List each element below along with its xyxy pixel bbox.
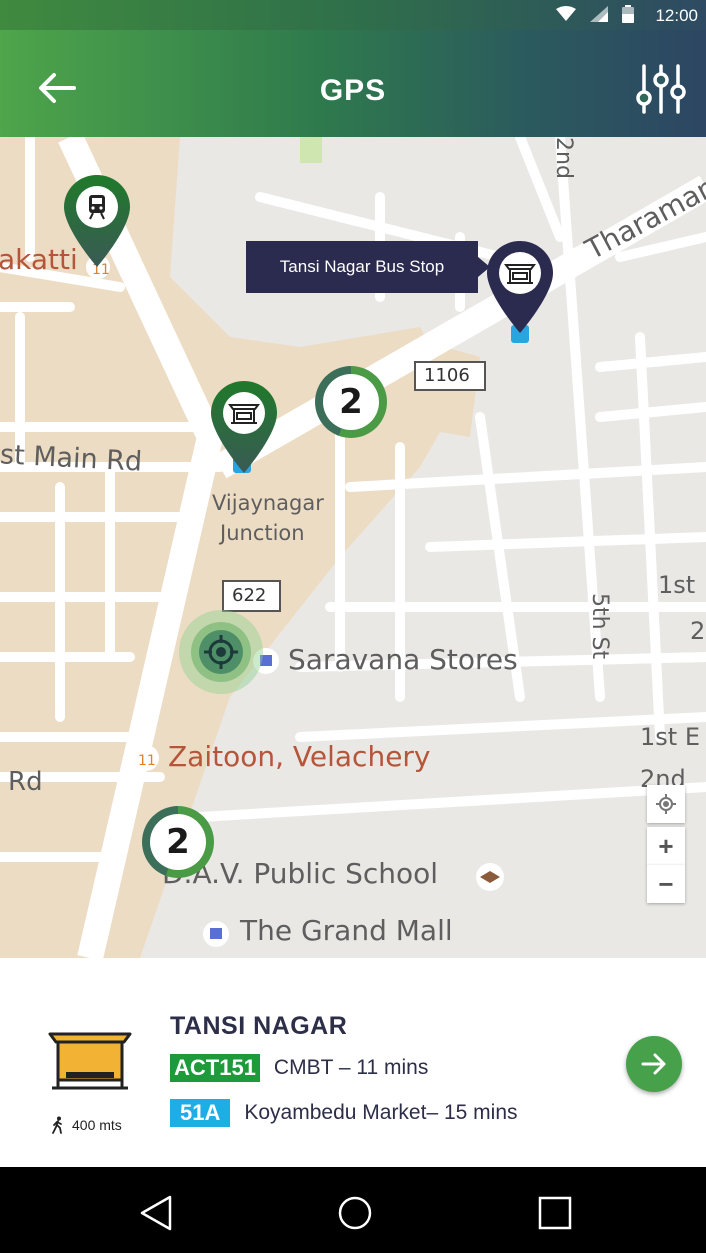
route-destination: CMBT – 11 mins (273, 1056, 429, 1079)
bus-stop-pin[interactable] (211, 381, 277, 473)
map-view[interactable]: 11 11 akatti st Main Rd Vijaynagar Junct… (0, 137, 706, 958)
target-icon (656, 794, 676, 814)
cluster-count: 2 (323, 374, 379, 430)
home-nav-icon[interactable] (337, 1195, 373, 1231)
bus-shelter-icon (48, 1032, 132, 1090)
current-location-marker (179, 610, 263, 694)
map-label-vijaynagar: Vijaynagar (212, 491, 324, 515)
stop-info-card[interactable]: 400 mts TANSI NAGAR ACT151 CMBT – 11 min… (0, 958, 706, 1167)
app-bar: GPS (0, 30, 706, 137)
road-shield-1106: 1106 (424, 365, 470, 386)
map-label-1st-e: 1st E (640, 723, 700, 751)
map-label-junction: Junction (220, 521, 305, 545)
map-label-rd: Rd (8, 767, 43, 797)
train-station-pin[interactable] (64, 175, 130, 267)
my-location-button[interactable] (647, 785, 685, 823)
status-bar: 12:00 (0, 0, 706, 30)
map-label-2nd: 2nd (551, 137, 576, 179)
arrow-right-icon (641, 1053, 666, 1075)
walking-icon (52, 1116, 62, 1134)
road-shield-622: 622 (232, 585, 267, 606)
map-label-grand-mall: The Grand Mall (240, 914, 453, 947)
wifi-icon (556, 6, 576, 21)
route-number-badge: 51A (170, 1099, 231, 1127)
go-button[interactable] (626, 1036, 682, 1092)
stop-name-callout[interactable]: Tansi Nagar Bus Stop (246, 241, 490, 293)
walk-distance-text: 400 mts (72, 1117, 122, 1133)
route-row[interactable]: 51A Koyambedu Market– 15 mins (170, 1099, 518, 1127)
system-nav-bar (0, 1167, 706, 1253)
map-label-2: 2 (690, 617, 706, 645)
stop-name: TANSI NAGAR (170, 1012, 348, 1040)
map-label-zaitoon: Zaitoon, Velachery (168, 740, 431, 773)
page-title: GPS (319, 74, 387, 107)
map-label-saravana-stores: Saravana Stores (288, 643, 518, 676)
signal-icon (590, 6, 608, 22)
sliders-icon[interactable] (636, 64, 686, 114)
battery-icon (622, 5, 634, 23)
map-label-5th-st: 5th St (587, 593, 612, 660)
route-number-badge: ACT151 (170, 1054, 260, 1082)
zoom-in-button[interactable]: + (647, 827, 685, 865)
cluster-count: 2 (150, 814, 206, 870)
status-time: 12:00 (655, 6, 698, 25)
map-label-1st: 1st (658, 571, 696, 599)
map-cluster[interactable]: 2 (315, 366, 387, 438)
map-controls: + − (647, 785, 685, 903)
back-nav-icon[interactable] (138, 1195, 174, 1231)
svg-text:11: 11 (138, 753, 156, 769)
walk-distance: 400 mts (52, 1116, 122, 1134)
route-row[interactable]: ACT151 CMBT – 11 mins (170, 1054, 428, 1082)
bus-stop-pin-selected[interactable] (487, 241, 553, 333)
zoom-out-button[interactable]: − (647, 865, 685, 903)
recents-nav-icon[interactable] (537, 1195, 573, 1231)
map-cluster[interactable]: 2 (142, 806, 214, 878)
route-destination: Koyambedu Market– 15 mins (244, 1101, 518, 1124)
